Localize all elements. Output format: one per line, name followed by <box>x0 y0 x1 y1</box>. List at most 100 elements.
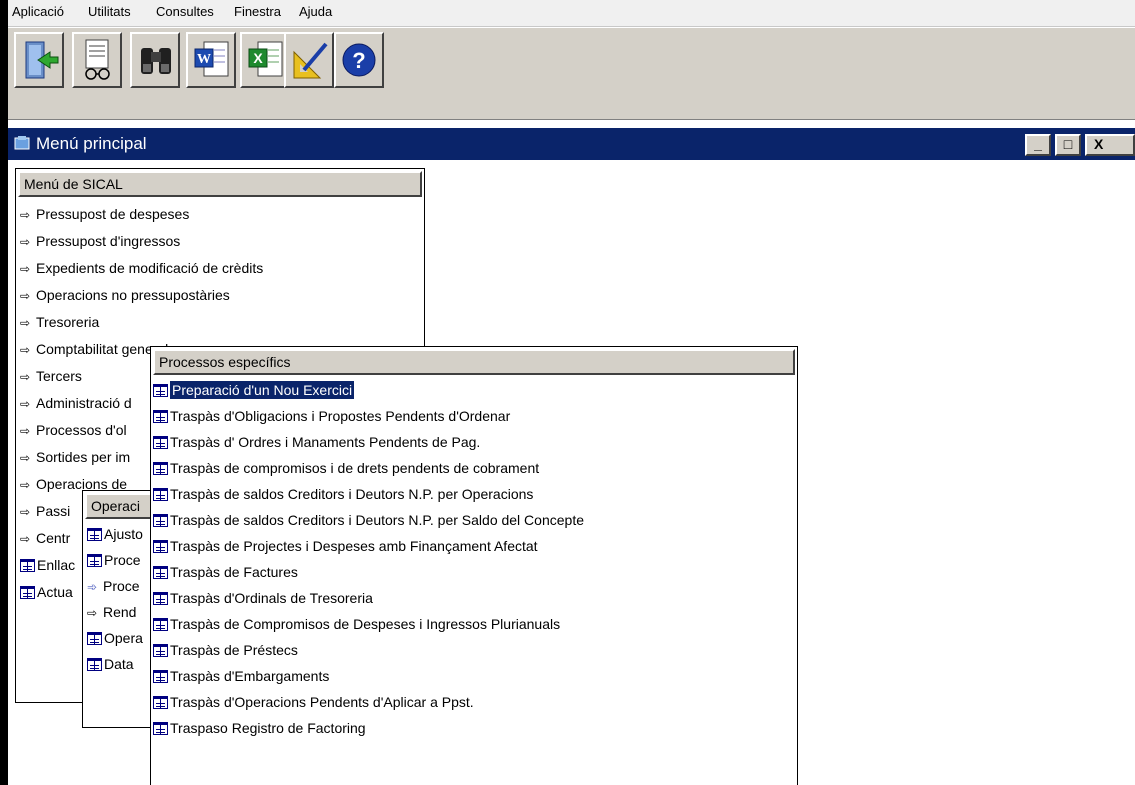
export-word-button[interactable]: W <box>186 32 236 88</box>
processos-especifics-item[interactable]: Traspàs de saldos Creditors i Deutors N.… <box>153 507 795 533</box>
processos-especifics-item-label: Traspàs d'Embargaments <box>170 668 330 684</box>
main-menu-item-label: Passi <box>36 503 71 519</box>
minimize-button[interactable]: _ <box>1025 134 1051 156</box>
submenu-arrow-icon: ⇨ <box>20 424 31 438</box>
processos-especifics-item[interactable]: Preparació d'un Nou Exercici <box>153 377 795 403</box>
operacions-submenu-item-label: Proce <box>103 578 140 594</box>
design-button[interactable] <box>284 32 334 88</box>
maximize-button[interactable]: □ <box>1055 134 1081 156</box>
processos-especifics-item[interactable]: Traspàs d'Operacions Pendents d'Aplicar … <box>153 689 795 715</box>
form-icon <box>20 559 35 572</box>
submenu-arrow-icon: ⇨ <box>20 397 31 411</box>
toolbar: W X ? <box>8 27 1135 120</box>
processos-especifics-item[interactable]: Traspàs de Préstecs <box>153 637 795 663</box>
main-menu-item-label: Enllac <box>37 557 76 573</box>
operacions-submenu-item[interactable]: Ajusto <box>87 521 159 547</box>
operacions-submenu-item[interactable]: Proce <box>87 547 159 573</box>
app-icon <box>14 136 30 150</box>
help-button[interactable]: ? <box>334 32 384 88</box>
menu-ajuda[interactable]: Ajuda <box>299 4 332 19</box>
main-menu-item-label: Administració d <box>36 395 132 411</box>
processos-especifics-item-label: Traspàs de Compromisos de Despeses i Ing… <box>170 616 561 632</box>
submenu-arrow-icon: ⇨ <box>20 505 31 519</box>
main-menu-item-label: Expedients de modificació de crèdits <box>36 260 264 276</box>
form-icon <box>153 722 168 735</box>
form-icon <box>87 554 102 567</box>
form-icon <box>153 592 168 605</box>
submenu-arrow-icon: ⇨ <box>20 235 31 249</box>
main-menu-item[interactable]: ⇨ Expedients de modificació de crèdits <box>20 255 422 281</box>
svg-text:?: ? <box>352 48 365 73</box>
preview-icon <box>85 39 110 80</box>
form-icon <box>87 658 102 671</box>
main-menu-item-label: Actua <box>37 584 73 600</box>
processos-especifics-item[interactable]: Traspàs de Compromisos de Despeses i Ing… <box>153 611 795 637</box>
print-preview-button[interactable] <box>72 32 122 88</box>
processos-especifics-item[interactable]: Traspàs de saldos Creditors i Deutors N.… <box>153 481 795 507</box>
main-menu-item[interactable]: ⇨ Pressupost d'ingressos <box>20 228 422 254</box>
window-title: Menú principal <box>36 134 147 153</box>
menu-finestra[interactable]: Finestra <box>234 4 281 19</box>
operacions-submenu-item[interactable]: Data <box>87 651 159 677</box>
processos-especifics-item[interactable]: Traspàs de Factures <box>153 559 795 585</box>
processos-especifics-item-label: Traspàs d'Operacions Pendents d'Aplicar … <box>170 694 474 710</box>
svg-text:W: W <box>197 52 211 67</box>
close-button[interactable]: X <box>1085 134 1135 156</box>
menu-utilitats[interactable]: Utilitats <box>88 4 131 19</box>
operacions-submenu-item-label: Ajusto <box>104 526 143 542</box>
form-icon <box>20 586 35 599</box>
processos-especifics-item[interactable]: Traspàs d' Ordres i Manaments Pendents d… <box>153 429 795 455</box>
processos-especifics-item-label: Traspàs d'Ordinals de Tresoreria <box>170 590 373 606</box>
main-menu-item[interactable]: ⇨ Tresoreria <box>20 309 422 335</box>
submenu-arrow-icon: ⇨ <box>20 208 31 222</box>
form-icon <box>153 410 168 423</box>
excel-icon: X <box>248 41 283 77</box>
processos-especifics-item[interactable]: Traspaso Registro de Factoring <box>153 715 795 741</box>
processos-especifics-item[interactable]: Traspàs d'Ordinals de Tresoreria <box>153 585 795 611</box>
operacions-submenu-item-label: Rend <box>103 604 137 620</box>
main-menu-item-label: Tercers <box>36 368 82 384</box>
form-icon <box>153 462 168 475</box>
processos-especifics-item-label: Traspàs de Factures <box>170 564 298 580</box>
form-icon <box>153 670 168 683</box>
processos-especifics-item-label: Traspàs de saldos Creditors i Deutors N.… <box>170 486 534 502</box>
main-menu-header: Menú de SICAL <box>18 171 422 197</box>
operacions-submenu-item-label: Opera <box>104 630 143 646</box>
form-icon <box>153 384 168 397</box>
processos-especifics-header: Processos específics <box>153 349 795 375</box>
form-icon <box>153 618 168 631</box>
processos-especifics-item[interactable]: Traspàs de compromisos i de drets penden… <box>153 455 795 481</box>
main-menu-item[interactable]: ⇨ Operacions no pressupostàries <box>20 282 422 308</box>
operacions-submenu-item[interactable]: ⇨ Rend <box>87 599 159 625</box>
form-icon <box>87 528 102 541</box>
help-icon: ? <box>342 43 376 77</box>
exit-button[interactable] <box>14 32 64 88</box>
form-icon <box>153 436 168 449</box>
processos-especifics-item-label: Traspàs de compromisos i de drets penden… <box>170 460 540 476</box>
processos-especifics-item[interactable]: Traspàs d'Embargaments <box>153 663 795 689</box>
processos-especifics-item[interactable]: Traspàs d'Obligacions i Propostes Penden… <box>153 403 795 429</box>
export-excel-button[interactable]: X <box>240 32 290 88</box>
operacions-submenu-item-label: Proce <box>104 552 141 568</box>
submenu-arrow-icon: ⇨ <box>20 451 31 465</box>
window-titlebar[interactable]: Menú principal _ □ X <box>8 128 1135 160</box>
main-menu-item[interactable]: ⇨ Pressupost de despeses <box>20 201 422 227</box>
processos-especifics-item[interactable]: Traspàs de Projectes i Despeses amb Fina… <box>153 533 795 559</box>
toolbar-separator <box>8 119 1135 120</box>
form-icon <box>153 488 168 501</box>
processos-especifics-item-label: Traspàs d'Obligacions i Propostes Penden… <box>170 408 511 424</box>
submenu-arrow-icon: ⇨ <box>20 343 31 357</box>
form-icon <box>153 644 168 657</box>
submenu-arrow-icon: ⇨ <box>87 606 98 620</box>
processos-especifics-item-label: Traspàs de saldos Creditors i Deutors N.… <box>170 512 584 528</box>
processos-especifics-panel: Processos específics Preparació d'un Nou… <box>150 346 798 785</box>
main-menu-item-label: Tresoreria <box>36 314 100 330</box>
menu-consultes[interactable]: Consultes <box>156 4 214 19</box>
operacions-submenu-item-label: Data <box>104 656 134 672</box>
menu-aplicacio[interactable]: Aplicació <box>12 4 64 19</box>
main-menu-item-label: Operacions no pressupostàries <box>36 287 230 303</box>
search-button[interactable] <box>130 32 180 88</box>
operacions-submenu-item[interactable]: Opera <box>87 625 159 651</box>
operacions-submenu-item[interactable]: ➾ Proce <box>87 573 159 599</box>
submenu-open-icon: ➾ <box>87 580 98 594</box>
